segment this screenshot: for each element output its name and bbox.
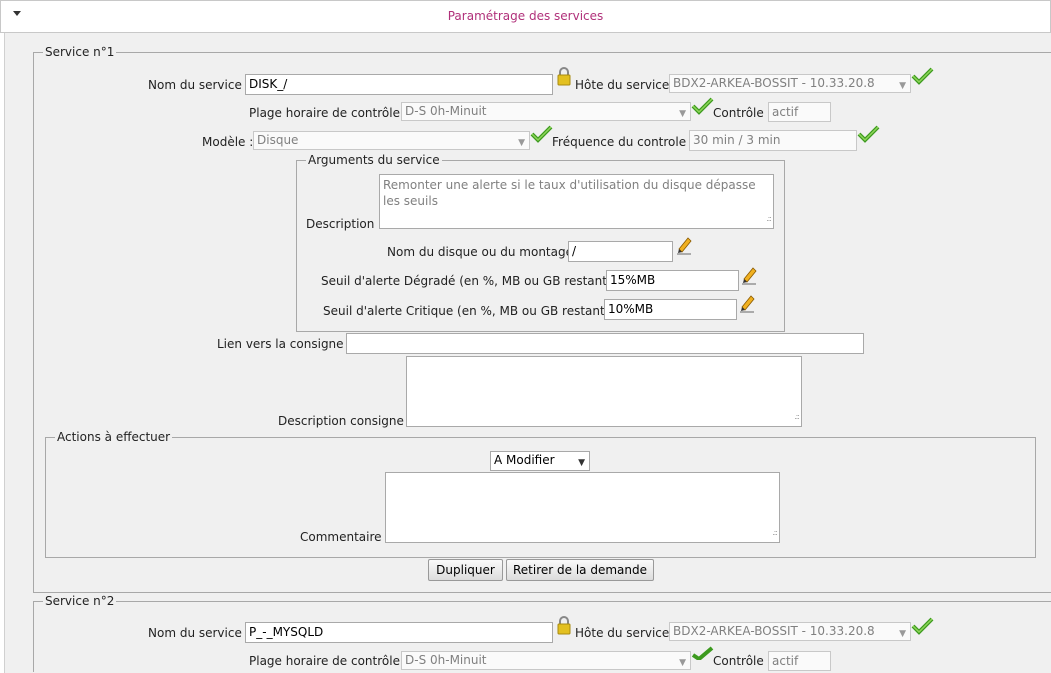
edit-pencil-icon[interactable] xyxy=(675,235,693,255)
retirer-button[interactable]: Retirer de la demande xyxy=(506,559,654,581)
frequence-input[interactable]: 30 min / 3 min xyxy=(689,130,857,151)
commentaire-label: Commentaire : xyxy=(300,530,390,544)
nom-service-label: Nom du service : xyxy=(148,78,250,92)
seuil-critique-label: Seuil d'alerte Critique (en %, MB ou GB … xyxy=(323,304,614,318)
action-select-value: A Modifier xyxy=(494,453,555,467)
hote-service-value: BDX2-ARKEA-BOSSIT - 10.33.20.8 xyxy=(673,624,875,638)
lock-icon[interactable] xyxy=(556,66,572,86)
check-icon xyxy=(691,97,714,115)
check-icon xyxy=(857,125,880,143)
chevron-down-icon: ▼ xyxy=(518,138,525,148)
description-label: Description : xyxy=(306,217,383,231)
check-icon xyxy=(530,125,553,143)
modele-value: Disque xyxy=(257,133,299,147)
section-title: Paramétrage des services xyxy=(447,9,604,23)
modele-select[interactable]: Disque ▼ xyxy=(253,131,530,150)
controle-input[interactable]: actif xyxy=(768,102,831,122)
check-icon xyxy=(691,646,714,660)
modele-label: Modèle : xyxy=(202,135,254,149)
lien-consigne-input[interactable] xyxy=(346,333,864,354)
plage-horaire-label: Plage horaire de contrôle : xyxy=(249,654,408,668)
chevron-down-icon: ▼ xyxy=(679,109,686,119)
service-1-legend: Service n°1 xyxy=(43,45,117,59)
disque-label: Nom du disque ou du montage: xyxy=(387,245,578,259)
hote-service-value: BDX2-ARKEA-BOSSIT - 10.33.20.8 xyxy=(673,76,875,90)
controle-label: Contrôle : xyxy=(713,106,772,120)
seuil-degrade-label: Seuil d'alerte Dégradé (en %, MB ou GB r… xyxy=(321,274,616,288)
nom-service-label: Nom du service : xyxy=(148,626,250,640)
controle-label: Contrôle : xyxy=(713,654,772,668)
check-icon xyxy=(911,67,934,85)
check-icon xyxy=(911,617,934,635)
resize-grip-icon[interactable]: .:: xyxy=(766,211,772,227)
resize-grip-icon[interactable]: .:: xyxy=(772,525,778,541)
hote-service-select[interactable]: BDX2-ARKEA-BOSSIT - 10.33.20.8 ▼ xyxy=(669,74,911,93)
section-header[interactable]: Paramétrage des services xyxy=(0,0,1051,33)
commentaire-textarea[interactable]: .:: xyxy=(385,472,780,543)
plage-horaire-select[interactable]: D-S 0h-Minuit ▼ xyxy=(401,651,691,670)
plage-horaire-value: D-S 0h-Minuit xyxy=(405,653,487,667)
service-2-legend: Service n°2 xyxy=(43,594,117,608)
hote-service-label: Hôte du service: xyxy=(575,78,674,92)
nom-service-input[interactable]: P_-_MYSQLD xyxy=(245,622,553,643)
plage-horaire-label: Plage horaire de contrôle : xyxy=(249,106,408,120)
description-text: Remonter une alerte si le taux d'utilisa… xyxy=(383,178,756,208)
edit-pencil-icon[interactable] xyxy=(738,293,756,313)
action-select[interactable]: A Modifier ▼ xyxy=(490,451,590,471)
resize-grip-icon[interactable]: .:: xyxy=(794,409,800,425)
actions-legend: Actions à effectuer xyxy=(55,430,173,444)
seuil-degrade-input[interactable]: 15%MB xyxy=(606,270,739,291)
chevron-down-icon: ▼ xyxy=(899,81,906,91)
arguments-legend: Arguments du service xyxy=(306,153,442,167)
chevron-down-icon: ▼ xyxy=(899,629,906,639)
description-consigne-textarea[interactable]: .:: xyxy=(406,356,802,427)
hote-service-label: Hôte du service: xyxy=(575,626,674,640)
disque-input[interactable]: / xyxy=(568,241,673,262)
dupliquer-button[interactable]: Dupliquer xyxy=(428,559,503,581)
description-consigne-label: Description consigne : xyxy=(278,414,412,428)
chevron-down-icon: ▼ xyxy=(578,458,585,468)
lien-consigne-label: Lien vers la consigne : xyxy=(217,337,352,351)
controle-input[interactable]: actif xyxy=(768,651,831,671)
hote-service-select[interactable]: BDX2-ARKEA-BOSSIT - 10.33.20.8 ▼ xyxy=(669,622,911,641)
plage-horaire-select[interactable]: D-S 0h-Minuit ▼ xyxy=(401,102,691,121)
nom-service-input[interactable]: DISK_/ xyxy=(245,74,553,95)
description-textarea[interactable]: Remonter une alerte si le taux d'utilisa… xyxy=(379,174,774,229)
frequence-label: Fréquence du controle : xyxy=(552,135,694,149)
plage-horaire-value: D-S 0h-Minuit xyxy=(405,104,487,118)
lock-icon[interactable] xyxy=(556,615,572,635)
edit-pencil-icon[interactable] xyxy=(740,265,758,285)
seuil-critique-input[interactable]: 10%MB xyxy=(604,299,737,320)
chevron-down-icon: ▼ xyxy=(679,658,686,668)
